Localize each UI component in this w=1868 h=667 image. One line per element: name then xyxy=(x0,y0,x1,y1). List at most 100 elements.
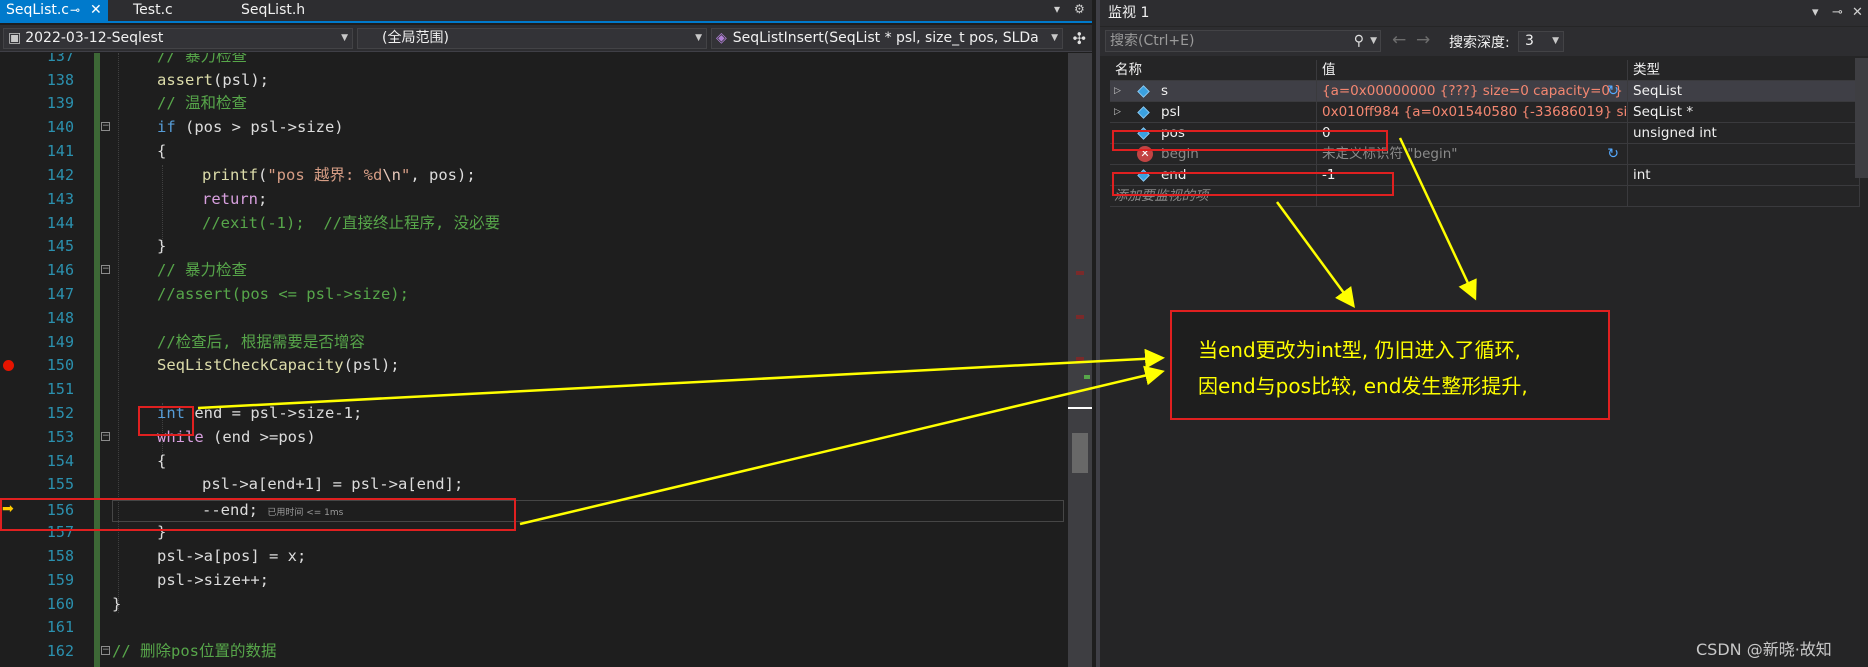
watch-type-empty xyxy=(1628,186,1860,207)
search-back-arrow-icon[interactable]: ← xyxy=(1392,30,1406,50)
caret-position-marker xyxy=(1068,407,1092,409)
scrollbar-thumb[interactable] xyxy=(1072,433,1088,473)
code-text: psl->a[end+1] = psl->a[end]; xyxy=(202,475,464,493)
code-line: 147 //assert(pos <= psl->size); xyxy=(0,283,1068,307)
code-line: 139 // 温和检查 xyxy=(0,92,1068,116)
breakpoint-marker xyxy=(1076,271,1084,275)
watch-type xyxy=(1628,144,1860,165)
code-comment: // 暴力检查 xyxy=(157,53,247,65)
code-text: (pos > psl->size) xyxy=(175,118,344,136)
code-line: 158 psl->a[pos] = x; xyxy=(0,545,1068,569)
watch-type: SeqList * xyxy=(1628,102,1860,123)
watch-value-text: {a=0x00000000 {???} size=0 capacity=0 } xyxy=(1322,83,1623,99)
project-name: 2022-03-12-Seqlest xyxy=(25,30,164,46)
code-text: { xyxy=(157,142,167,160)
code-line: 143 return; xyxy=(0,188,1068,212)
code-text: } xyxy=(157,237,167,255)
breakpoint-marker xyxy=(1076,357,1084,361)
code-text: end = psl->size-1; xyxy=(185,404,363,422)
watch-title: 监视 1 xyxy=(1108,5,1150,21)
chevron-down-icon: ▼ xyxy=(1552,36,1559,46)
line-number: 155 xyxy=(46,475,74,493)
close-icon[interactable]: ✕ xyxy=(1852,0,1863,26)
fold-toggle-icon[interactable]: − xyxy=(101,432,110,441)
watch-title-bar: 监视 1 ▾ ⊸ ✕ xyxy=(1100,0,1868,26)
annotation-callout: 当end更改为int型, 仍旧进入了循环, 因end与pos比较, end发生整… xyxy=(1170,310,1610,420)
watch-row-psl[interactable]: ▷ psl 0x010ff984 {a=0x01540580 {-3368601… xyxy=(1110,102,1860,123)
code-line: 154 { xyxy=(0,450,1068,474)
project-dropdown[interactable]: ▣ 2022-03-12-Seqlest ▼ xyxy=(3,28,353,49)
split-editor-icon[interactable]: ✣ xyxy=(1073,29,1086,48)
gear-icon[interactable]: ⚙ xyxy=(1074,2,1085,16)
code-comment: // 暴力检查 xyxy=(157,261,247,279)
line-number: 146 xyxy=(46,261,74,279)
search-depth-dropdown[interactable]: 3 ▼ xyxy=(1518,31,1564,52)
tab-seqlist-h[interactable]: SeqList.h xyxy=(235,0,345,21)
code-line: 144 //exit(-1); //直接终止程序, 没必要 xyxy=(0,212,1068,236)
code-line: 160 } xyxy=(0,593,1068,617)
code-line: 161 xyxy=(0,616,1068,640)
line-number: 139 xyxy=(46,94,74,112)
chevron-down-icon[interactable]: ▼ xyxy=(1370,31,1377,51)
pin-icon[interactable]: ⊸ xyxy=(1832,0,1843,26)
search-depth-value: 3 xyxy=(1525,33,1534,49)
code-text-area[interactable]: 137 // 暴力检查 138 assert(psl); 139 // 温和检查… xyxy=(0,53,1068,667)
scope-dropdown[interactable]: (全局范围) ▼ xyxy=(357,28,707,49)
callout-line-1: 当end更改为int型, 仍旧进入了循环, xyxy=(1198,338,1521,362)
fold-toggle-icon[interactable]: − xyxy=(101,122,110,131)
code-escape: \n xyxy=(382,166,402,184)
line-number: 160 xyxy=(46,595,74,613)
line-number: 162 xyxy=(46,642,74,660)
code-editor[interactable]: SeqList.c ⊸ ✕ Test.c SeqList.h ▾ ⚙ ▣ 2022… xyxy=(0,0,1092,667)
chevron-down-icon[interactable]: ▾ xyxy=(1812,0,1819,26)
fold-toggle-icon[interactable]: − xyxy=(101,646,110,655)
fold-toggle-icon[interactable]: − xyxy=(101,265,110,274)
line-number: 141 xyxy=(46,142,74,160)
object-icon xyxy=(1137,106,1150,119)
watch-value[interactable]: 0x010ff984 {a=0x01540580 {-33686019} siz… xyxy=(1317,102,1628,123)
code-text: } xyxy=(112,595,122,613)
object-icon xyxy=(1137,85,1150,98)
tab-list-dropdown-icon[interactable]: ▾ xyxy=(1054,2,1060,16)
scope-label: (全局范围) xyxy=(382,30,449,46)
code-text: (psl); xyxy=(343,356,400,374)
watch-scrollbar[interactable] xyxy=(1855,58,1868,178)
refresh-icon[interactable]: ↻ xyxy=(1607,144,1619,165)
pin-icon[interactable]: ⊸ xyxy=(70,0,80,21)
code-line: 159 psl->size++; xyxy=(0,569,1068,593)
code-comment: // 温和检查 xyxy=(157,94,247,112)
code-line: 149 //检查后, 根据需要是否增容 xyxy=(0,331,1068,355)
close-icon[interactable]: ✕ xyxy=(90,0,102,21)
breakpoint-icon[interactable] xyxy=(3,360,14,371)
annotation-box-current-line xyxy=(0,498,516,531)
line-number: 151 xyxy=(46,380,74,398)
column-header-type[interactable]: 类型 xyxy=(1628,60,1860,81)
expand-arrow-icon[interactable]: ▷ xyxy=(1114,102,1121,123)
watch-row-s[interactable]: ▷ s {a=0x00000000 {???} size=0 capacity=… xyxy=(1110,81,1860,102)
column-header-name[interactable]: 名称 xyxy=(1110,60,1317,81)
column-header-value[interactable]: 值 xyxy=(1317,60,1628,81)
function-dropdown[interactable]: ◈ SeqListInsert(SeqList * psl, size_t pos… xyxy=(711,28,1063,49)
editor-scrollbar[interactable] xyxy=(1068,53,1092,667)
watch-search-input[interactable]: 搜索(Ctrl+E) ⚲ ▼ xyxy=(1105,30,1381,52)
tab-test-c[interactable]: Test.c xyxy=(127,0,227,21)
refresh-icon[interactable]: ↻ xyxy=(1607,81,1619,102)
function-label: SeqListInsert(SeqList * psl, size_t pos,… xyxy=(732,30,1039,46)
watch-type: SeqList xyxy=(1628,81,1860,102)
code-function: printf xyxy=(202,166,258,184)
callout-line-2: 因end与pos比较, end发生整形提升, xyxy=(1198,374,1528,398)
code-comment: // 删除pos位置的数据 xyxy=(112,642,277,660)
line-number: 143 xyxy=(46,190,74,208)
tab-seqlist-c[interactable]: SeqList.c ⊸ ✕ xyxy=(0,0,108,21)
line-number: 153 xyxy=(46,428,74,446)
search-forward-arrow-icon[interactable]: → xyxy=(1416,30,1430,50)
expand-arrow-icon[interactable]: ▷ xyxy=(1114,81,1121,102)
code-line: 148 xyxy=(0,307,1068,331)
annotation-box-pos xyxy=(1112,130,1388,151)
navigation-bar: ▣ 2022-03-12-Seqlest ▼ (全局范围) ▼ ◈ SeqListI… xyxy=(0,25,1092,52)
tab-label: SeqList.c xyxy=(6,2,70,18)
line-number: 137 xyxy=(46,53,74,65)
breakpoint-marker xyxy=(1076,315,1084,319)
search-icon[interactable]: ⚲ xyxy=(1354,31,1364,51)
watch-value[interactable]: {a=0x00000000 {???} size=0 capacity=0 } … xyxy=(1317,81,1628,102)
